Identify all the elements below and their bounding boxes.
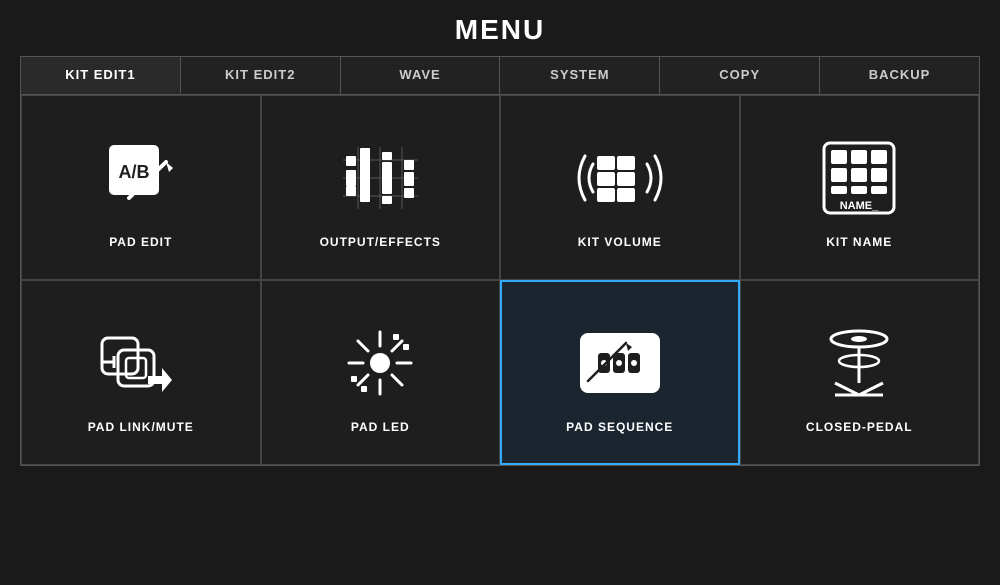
closed-pedal-label: CLOSED-PEDAL: [806, 420, 913, 434]
grid-item-kit-volume[interactable]: KIT VOLUME: [500, 95, 740, 280]
tabs-container: KIT EDIT1 KIT EDIT2 WAVE SYSTEM COPY BAC…: [20, 56, 980, 94]
kit-volume-label: KIT VOLUME: [578, 235, 662, 249]
kit-volume-icon: [575, 133, 665, 223]
svg-text:A/B: A/B: [118, 162, 149, 182]
pad-led-label: PAD LED: [351, 420, 410, 434]
menu-title: MENU: [0, 0, 1000, 56]
grid-item-pad-link-mute[interactable]: PAD LINK/MUTE: [21, 280, 261, 465]
pad-edit-icon: A/B: [96, 133, 186, 223]
pad-link-mute-label: PAD LINK/MUTE: [88, 420, 194, 434]
pad-sequence-icon: [575, 318, 665, 408]
pad-led-icon: [335, 318, 425, 408]
grid-item-closed-pedal[interactable]: CLOSED-PEDAL: [740, 280, 980, 465]
grid-item-pad-led[interactable]: PAD LED: [261, 280, 501, 465]
tab-backup[interactable]: BACKUP: [820, 57, 979, 94]
output-effects-icon: [335, 133, 425, 223]
tab-kit-edit2[interactable]: KIT EDIT2: [181, 57, 341, 94]
menu-grid: A/B PAD EDIT: [20, 94, 980, 466]
tab-wave[interactable]: WAVE: [341, 57, 501, 94]
kit-name-label: KIT NAME: [826, 235, 892, 249]
grid-item-output-effects[interactable]: OUTPUT/EFFECTS: [261, 95, 501, 280]
tab-system[interactable]: SYSTEM: [500, 57, 660, 94]
pad-edit-label: PAD EDIT: [109, 235, 172, 249]
pad-sequence-label: PAD SEQUENCE: [566, 420, 673, 434]
kit-name-icon: NAME_: [814, 133, 904, 223]
grid-item-pad-sequence[interactable]: PAD SEQUENCE: [500, 280, 740, 465]
tab-kit-edit1[interactable]: KIT EDIT1: [21, 57, 181, 94]
pad-link-mute-icon: [96, 318, 186, 408]
grid-item-kit-name[interactable]: NAME_ KIT NAME: [740, 95, 980, 280]
grid-item-pad-edit[interactable]: A/B PAD EDIT: [21, 95, 261, 280]
closed-pedal-icon: [814, 318, 904, 408]
tab-copy[interactable]: COPY: [660, 57, 820, 94]
output-effects-label: OUTPUT/EFFECTS: [320, 235, 441, 249]
svg-text:NAME_: NAME_: [840, 200, 879, 212]
